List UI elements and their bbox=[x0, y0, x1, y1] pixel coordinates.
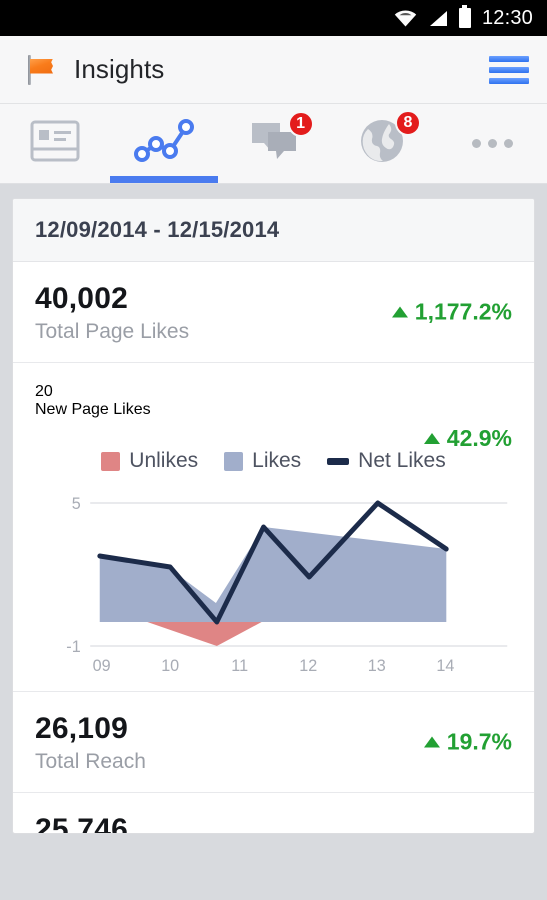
tab-insights[interactable] bbox=[109, 104, 218, 183]
metric-row-new-page-likes[interactable]: 20 New Page Likes 42.9% Unlikes Likes Ne… bbox=[13, 363, 534, 692]
metric-delta-value: 42.9% bbox=[446, 425, 512, 451]
tab-pages[interactable] bbox=[0, 104, 109, 183]
x-tick-13: 13 bbox=[368, 656, 386, 675]
legend-item-likes: Likes bbox=[224, 449, 301, 473]
tab-notifications[interactable]: 8 bbox=[328, 104, 437, 183]
pages-flag-icon bbox=[24, 53, 58, 87]
x-tick-11: 11 bbox=[231, 656, 248, 675]
chart-svg: 5 -1 09 10 11 12 13 14 bbox=[66, 494, 508, 675]
wifi-icon bbox=[394, 9, 417, 27]
tab-messages[interactable]: 1 bbox=[219, 104, 328, 183]
x-tick-14: 14 bbox=[436, 656, 454, 675]
new-page-likes-chart: 5 -1 09 10 11 12 13 14 bbox=[35, 487, 512, 677]
x-tick-09: 09 bbox=[93, 656, 111, 675]
cellular-signal-icon bbox=[428, 10, 448, 27]
badge-messages: 1 bbox=[287, 111, 314, 137]
likes-area bbox=[99, 527, 447, 622]
insights-card: 12/09/2014 - 12/15/2014 40,002 Total Pag… bbox=[12, 198, 535, 834]
metric-delta-value: 19.7% bbox=[446, 728, 512, 755]
content-scroll-area[interactable]: 12/09/2014 - 12/15/2014 40,002 Total Pag… bbox=[0, 184, 547, 900]
badge-notifications: 8 bbox=[394, 110, 421, 136]
legend-label: Unlikes bbox=[129, 449, 199, 472]
page-title: Insights bbox=[74, 54, 165, 84]
globe-icon: 8 bbox=[359, 110, 421, 169]
tab-bar: 1 8 bbox=[0, 104, 547, 184]
metric-delta: 19.7% bbox=[423, 728, 512, 756]
app-bar: Insights bbox=[0, 36, 547, 104]
metric-delta: 42.9% bbox=[423, 425, 512, 452]
legend-item-unlikes: Unlikes bbox=[101, 449, 198, 473]
x-tick-10: 10 bbox=[161, 656, 179, 675]
metric-label: New Page Likes bbox=[35, 401, 151, 418]
page-feed-icon bbox=[29, 119, 81, 168]
battery-icon bbox=[458, 5, 471, 28]
metric-value: 20 bbox=[35, 383, 53, 400]
arrow-up-icon bbox=[423, 433, 440, 444]
y-tick-5: 5 bbox=[72, 494, 81, 513]
tab-more[interactable] bbox=[438, 104, 547, 183]
y-tick-neg1: -1 bbox=[66, 637, 80, 656]
metric-delta-value: 1,177.2% bbox=[414, 298, 512, 325]
insights-chart-icon bbox=[134, 118, 195, 169]
arrow-up-icon bbox=[391, 306, 408, 318]
legend-label: Likes bbox=[252, 449, 302, 472]
metric-delta: 1,177.2% bbox=[391, 298, 512, 326]
clock: 12:30 bbox=[481, 6, 533, 29]
legend-item-net-likes: Net Likes bbox=[327, 449, 446, 473]
legend-label: Net Likes bbox=[358, 449, 446, 472]
legend-swatch-net-likes bbox=[327, 457, 350, 465]
legend-swatch-likes bbox=[224, 451, 244, 471]
chart-legend: Unlikes Likes Net Likes bbox=[35, 449, 512, 473]
unlikes-area bbox=[99, 622, 447, 646]
messages-icon: 1 bbox=[248, 111, 314, 168]
metric-row-partial[interactable]: 25,746 bbox=[13, 793, 534, 833]
hamburger-menu-icon[interactable] bbox=[489, 55, 529, 84]
status-bar: 12:30 bbox=[0, 0, 547, 36]
x-tick-12: 12 bbox=[299, 656, 317, 675]
date-range-header[interactable]: 12/09/2014 - 12/15/2014 bbox=[13, 199, 534, 262]
metric-value: 25,746 bbox=[35, 813, 128, 833]
legend-swatch-unlikes bbox=[101, 451, 121, 471]
metric-row-total-page-likes[interactable]: 40,002 Total Page Likes 1,177.2% bbox=[13, 262, 534, 363]
more-dots-icon bbox=[471, 139, 513, 148]
metric-row-total-reach[interactable]: 26,109 Total Reach 19.7% bbox=[13, 692, 534, 793]
arrow-up-icon bbox=[423, 736, 440, 748]
